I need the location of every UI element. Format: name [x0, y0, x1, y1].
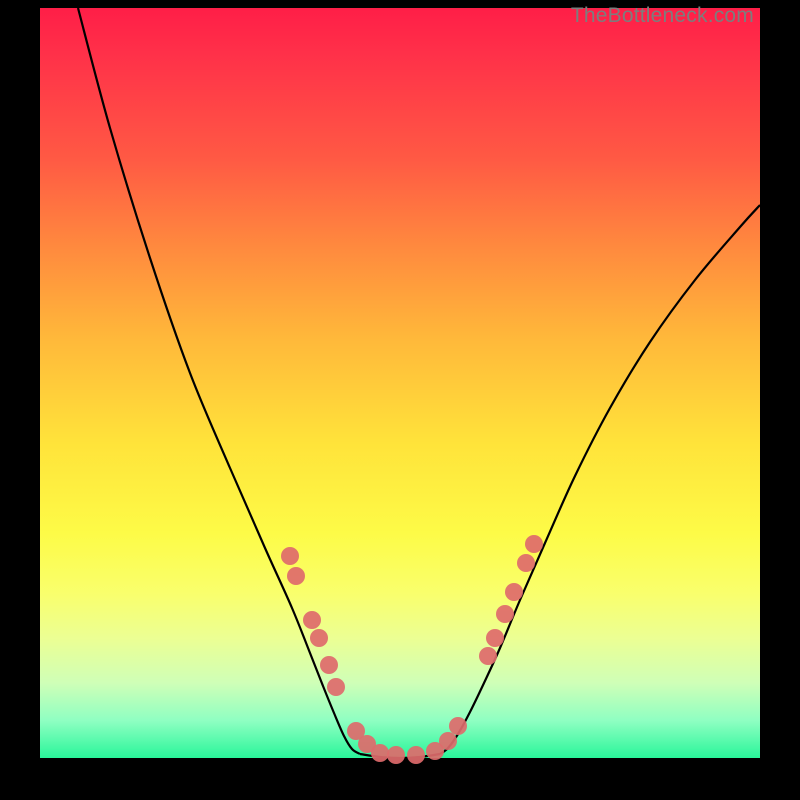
data-point-marker [479, 647, 497, 665]
data-point-marker [407, 746, 425, 764]
data-point-marker [505, 583, 523, 601]
data-point-marker [281, 547, 299, 565]
chart-svg [40, 8, 760, 758]
data-point-marker [303, 611, 321, 629]
chart-background [40, 8, 760, 758]
data-point-marker [525, 535, 543, 553]
data-point-marker [320, 656, 338, 674]
data-point-marker [517, 554, 535, 572]
data-point-marker [486, 629, 504, 647]
data-point-marker [449, 717, 467, 735]
data-point-marker [496, 605, 514, 623]
watermark-text: TheBottleneck.com [571, 4, 754, 28]
data-markers [281, 535, 543, 764]
data-point-marker [387, 746, 405, 764]
curve-right-arm [440, 205, 760, 754]
data-point-marker [287, 567, 305, 585]
data-point-marker [327, 678, 345, 696]
data-point-marker [310, 629, 328, 647]
data-point-marker [371, 744, 389, 762]
data-point-marker [439, 732, 457, 750]
